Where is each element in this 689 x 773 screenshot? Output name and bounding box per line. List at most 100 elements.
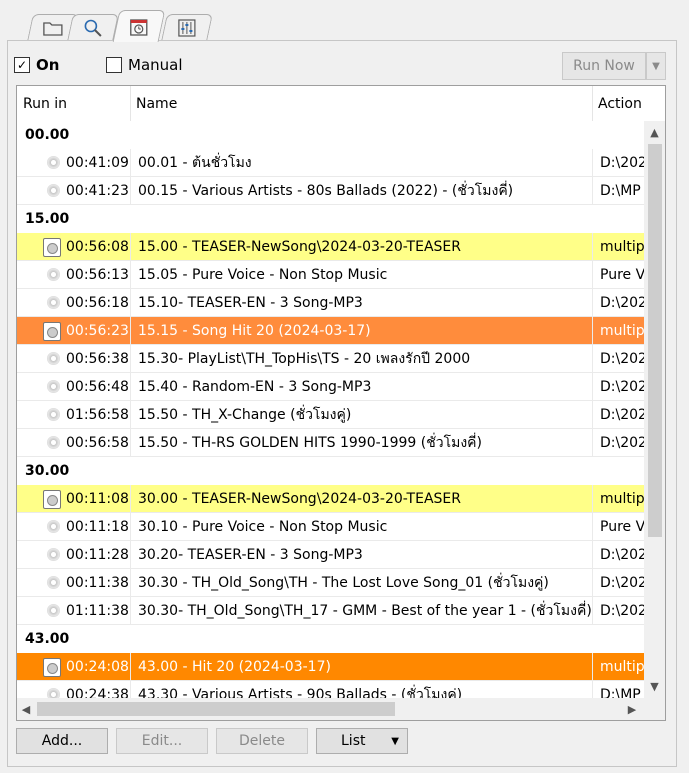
schedule-row[interactable]: 01:11:38 30.30- TH_Old_Song\TH_17 - GMM -…	[17, 597, 644, 625]
cell-divider	[592, 177, 593, 205]
group-header[interactable]: 30.00	[17, 457, 644, 485]
event-name: 15.00 - TEASER-NewSong\2024-03-20-TEASER	[138, 239, 461, 255]
cell-divider	[130, 401, 131, 429]
disc-icon	[47, 604, 60, 617]
run-in-time: 00:11:08	[66, 491, 129, 507]
vertical-scrollbar[interactable]: ▲ ▼	[644, 121, 665, 703]
event-name: 30.20- TEASER-EN - 3 Song-MP3	[138, 547, 363, 563]
group-header[interactable]: 15.00	[17, 205, 644, 233]
run-in-time: 01:56:58	[66, 407, 129, 423]
column-header-action[interactable]: Action	[592, 86, 644, 121]
run-in-time: 00:56:23	[66, 323, 129, 339]
cell-divider	[130, 317, 131, 345]
scroll-right-icon[interactable]: ▶	[623, 701, 641, 718]
run-now-button[interactable]: Run Now	[562, 52, 646, 80]
group-header[interactable]: 43.00	[17, 625, 644, 653]
disc-icon	[47, 352, 60, 365]
run-in-time: 00:56:13	[66, 267, 129, 283]
tab-search[interactable]	[67, 14, 119, 41]
scheduler-toolbar: ✓ On Manual Run Now ▼	[14, 52, 679, 80]
horizontal-scrollbar[interactable]: ◀ ▶	[17, 698, 644, 720]
event-name: 00.01 - ต้นชั่วโมง	[138, 155, 252, 171]
disc-icon	[47, 268, 60, 281]
schedule-row[interactable]: 01:56:58 15.50 - TH_X-Change (ชั่วโมงคู่)…	[17, 401, 644, 429]
run-in-time: 00:56:08	[66, 239, 129, 255]
run-in-time: 00:11:18	[66, 519, 129, 535]
disc-icon	[47, 380, 60, 393]
run-in-time: 00:56:48	[66, 379, 129, 395]
cell-divider	[130, 597, 131, 625]
cell-divider	[592, 513, 593, 541]
event-action: Pure Vo	[600, 267, 644, 283]
event-action: D:\202	[600, 295, 644, 311]
cell-divider	[592, 429, 593, 457]
event-name: 30.30- TH_Old_Song\TH_17 - GMM - Best of…	[138, 603, 592, 619]
on-checkbox-box[interactable]: ✓	[14, 57, 30, 73]
schedule-row[interactable]: 00:56:18 15.10- TEASER-EN - 3 Song-MP3 D:\…	[17, 289, 644, 317]
tab-scheduler[interactable]	[112, 10, 166, 42]
schedule-row[interactable]: 00:56:48 15.40 - Random-EN - 3 Song-MP3 D:…	[17, 373, 644, 401]
cell-divider	[592, 289, 593, 317]
multi-item-icon	[43, 322, 61, 341]
edit-button[interactable]: Edit...	[116, 728, 208, 754]
cell-divider	[592, 541, 593, 569]
cell-divider	[592, 373, 593, 401]
multi-item-icon	[43, 490, 61, 509]
event-action: D:\202	[600, 435, 644, 451]
cell-divider	[130, 429, 131, 457]
manual-checkbox-box[interactable]	[106, 57, 122, 73]
disc-icon	[47, 436, 60, 449]
disc-icon	[47, 296, 60, 309]
chevron-down-icon: ▼	[391, 735, 399, 747]
column-header-name[interactable]: Name	[130, 86, 592, 121]
disc-icon	[47, 184, 60, 197]
folder-icon	[43, 22, 63, 36]
event-action: D:\202	[600, 379, 644, 395]
schedule-row[interactable]: 00:56:38 15.30- PlayList\TH_TopHis\TS - 2…	[17, 345, 644, 373]
schedule-row[interactable]: 00:56:58 15.50 - TH-RS GOLDEN HITS 1990-1…	[17, 429, 644, 457]
cell-divider	[130, 569, 131, 597]
disc-icon	[47, 156, 60, 169]
schedule-row[interactable]: 00:56:08 15.00 - TEASER-NewSong\2024-03-2…	[17, 233, 644, 261]
schedule-row[interactable]: 00:11:38 30.30 - TH_Old_Song\TH - The Los…	[17, 569, 644, 597]
cell-divider	[130, 177, 131, 205]
cell-divider	[130, 485, 131, 513]
schedule-row[interactable]: 00:56:13 15.05 - Pure Voice - Non Stop Mu…	[17, 261, 644, 289]
schedule-row[interactable]: 00:11:18 30.10 - Pure Voice - Non Stop Mu…	[17, 513, 644, 541]
delete-button[interactable]: Delete	[216, 728, 308, 754]
schedule-row[interactable]: 00:11:08 30.00 - TEASER-NewSong\2024-03-2…	[17, 485, 644, 513]
scroll-up-icon[interactable]: ▲	[644, 124, 665, 141]
group-header[interactable]: 00.00	[17, 121, 644, 149]
cell-divider	[592, 233, 593, 261]
schedule-row[interactable]: 00:41:09 00.01 - ต้นชั่วโมง D:\202	[17, 149, 644, 177]
horizontal-scroll-thumb[interactable]	[37, 702, 395, 716]
event-name: 30.00 - TEASER-NewSong\2024-03-20-TEASER	[138, 491, 461, 507]
run-in-time: 00:24:08	[66, 659, 129, 675]
schedule-row[interactable]: 00:24:08 43.00 - Hit 20 (2024-03-17) multi…	[17, 653, 644, 681]
schedule-row[interactable]: 00:56:23 15.15 - Song Hit 20 (2024-03-17)…	[17, 317, 644, 345]
add-button[interactable]: Add...	[16, 728, 108, 754]
schedule-row[interactable]: 00:41:23 00.15 - Various Artists - 80s Ba…	[17, 177, 644, 205]
manual-checkbox[interactable]: Manual	[106, 56, 183, 74]
event-name: 30.30 - TH_Old_Song\TH - The Lost Love S…	[138, 575, 549, 591]
event-action: D:\MP	[600, 183, 641, 199]
run-in-time: 00:41:23	[66, 183, 129, 199]
disc-icon	[47, 520, 60, 533]
cell-divider	[592, 569, 593, 597]
schedule-row[interactable]: 00:11:28 30.20- TEASER-EN - 3 Song-MP3 D:\…	[17, 541, 644, 569]
event-name: 43.00 - Hit 20 (2024-03-17)	[138, 659, 331, 675]
run-now-dropdown-button[interactable]: ▼	[646, 52, 666, 80]
tab-equalizer[interactable]	[161, 14, 213, 41]
event-action: D:\202	[600, 155, 644, 171]
scroll-left-icon[interactable]: ◀	[17, 701, 35, 718]
column-header-run-in[interactable]: Run in	[17, 86, 130, 121]
scroll-down-icon[interactable]: ▼	[644, 678, 665, 695]
search-icon	[84, 19, 102, 37]
on-checkbox[interactable]: ✓ On	[14, 56, 59, 74]
run-in-time: 00:11:28	[66, 547, 129, 563]
vertical-scroll-thumb[interactable]	[648, 144, 662, 537]
schedule-list[interactable]: Run in Name Action 00.00 00:41:09 00.01 - …	[16, 85, 666, 721]
run-in-time: 00:11:38	[66, 575, 129, 591]
event-action: Pure Vo	[600, 519, 644, 535]
list-menu-button[interactable]: List ▼	[316, 728, 408, 754]
